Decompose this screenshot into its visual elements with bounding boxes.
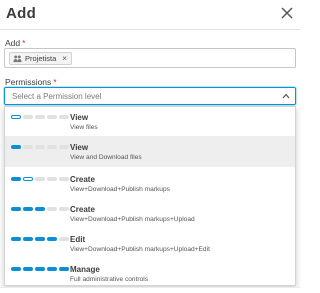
menu-item-title: Create [70, 175, 95, 184]
menu-item-title: View [70, 143, 89, 152]
permission-level-indicator [11, 115, 69, 119]
menu-item-title: View [70, 113, 89, 122]
permissions-field-label: Permissions * [5, 77, 57, 87]
add-members-input[interactable]: Projetista × [4, 48, 296, 68]
add-field-label: Add * [5, 38, 26, 48]
menu-item-manage[interactable]: Manage Full administrative controls [5, 257, 295, 285]
permission-level-indicator [11, 207, 69, 211]
close-icon[interactable] [280, 6, 294, 20]
menu-item-create-markups[interactable]: Create View+Download+Publish markups [5, 167, 295, 197]
menu-item-title: Create [70, 205, 95, 214]
menu-item-description: View files [70, 124, 98, 131]
chevron-up-icon [282, 93, 290, 99]
add-permission-dialog: Add Add * Projetista × Permissions * Selec… [0, 0, 300, 293]
menu-item-description: Full administrative controls [70, 276, 149, 283]
remove-chip-button[interactable]: × [62, 54, 67, 63]
menu-item-description: View and Download files [70, 154, 142, 161]
permission-level-indicator [11, 145, 69, 149]
dialog-header: Add [0, 0, 300, 30]
permission-level-menu: View View files View View and Download f… [4, 106, 296, 286]
required-mark: * [53, 77, 57, 87]
dialog-footer-edge [0, 287, 300, 293]
required-mark: * [22, 38, 26, 48]
group-icon [13, 55, 22, 63]
dialog-title: Add [6, 5, 37, 22]
menu-item-view-download[interactable]: View View and Download files [5, 136, 295, 167]
menu-item-edit[interactable]: Edit View+Download+Publish markups+Uploa… [5, 227, 295, 257]
chip-label: Projetista [25, 54, 57, 63]
menu-item-create-upload[interactable]: Create View+Download+Publish markups+Upl… [5, 197, 295, 227]
menu-item-description: View+Download+Publish markups+Upload [70, 216, 195, 223]
menu-item-description: View+Download+Publish markups+Upload+Edi… [70, 246, 210, 253]
menu-item-description: View+Download+Publish markups [70, 186, 170, 193]
menu-item-view[interactable]: View View files [5, 107, 295, 136]
permission-level-indicator [11, 267, 69, 271]
menu-item-title: Manage [70, 265, 100, 274]
permission-level-select[interactable]: Select a Permission level [4, 87, 296, 105]
select-placeholder: Select a Permission level [12, 92, 102, 101]
permission-level-indicator [11, 237, 69, 241]
permission-level-indicator [11, 177, 69, 181]
member-chip: Projetista × [9, 52, 72, 65]
menu-item-title: Edit [70, 235, 86, 244]
